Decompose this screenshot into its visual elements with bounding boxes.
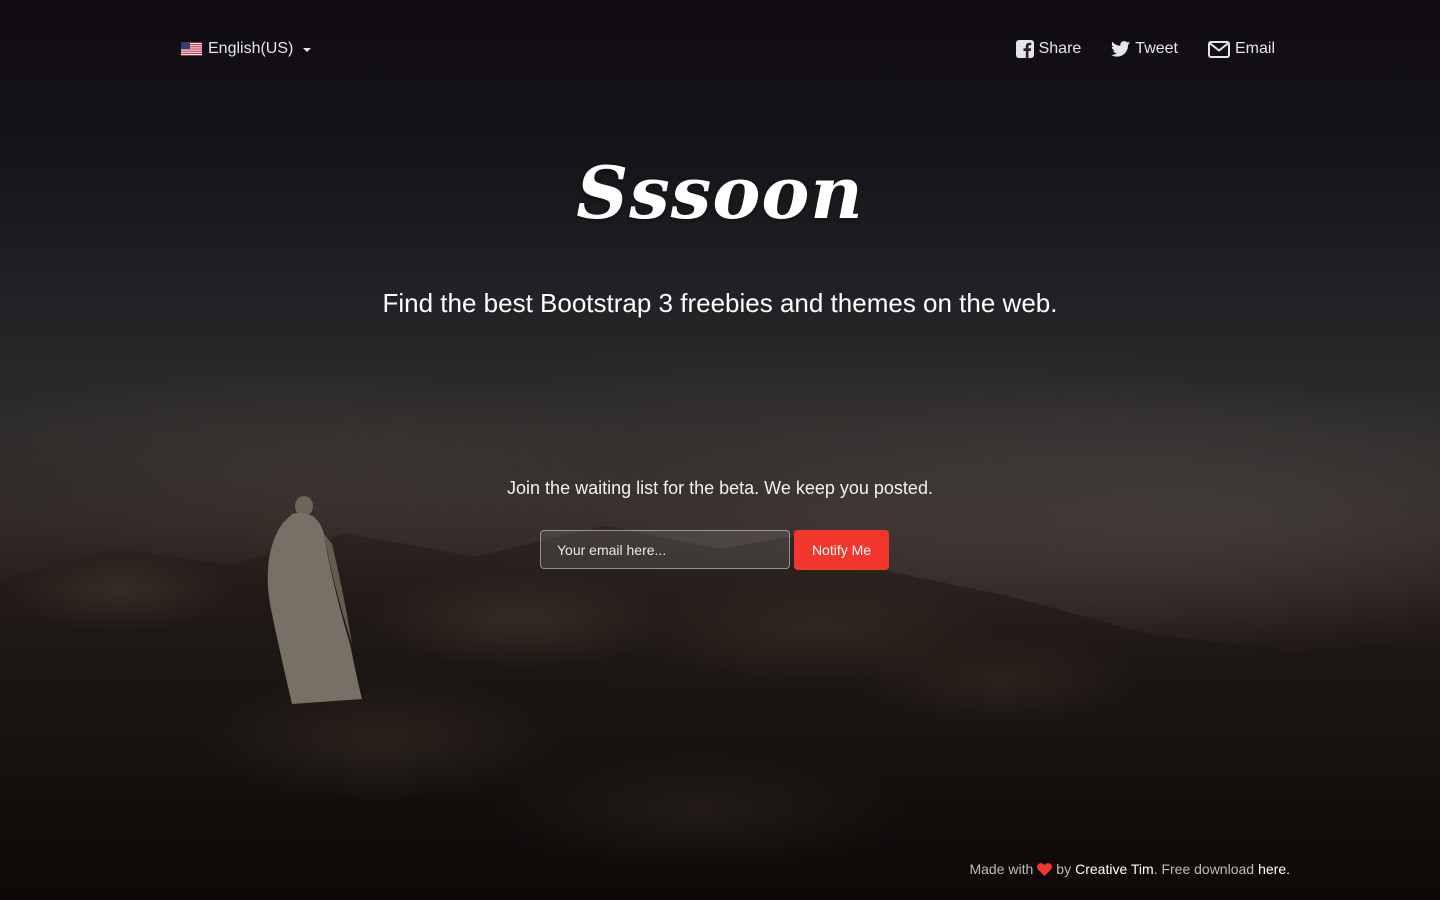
- tagline: Find the best Bootstrap 3 freebies and t…: [382, 288, 1058, 318]
- facebook-icon: [1015, 40, 1034, 58]
- site-logo: Sssoon: [576, 150, 864, 235]
- by-text: by: [1056, 861, 1072, 877]
- free-download-text: . Free download: [1153, 861, 1255, 877]
- waiting-list-prompt: Join the waiting list for the beta. We k…: [507, 478, 933, 498]
- email-label: Email: [1234, 40, 1275, 57]
- notify-me-button[interactable]: Notify Me: [794, 530, 889, 570]
- twitter-icon: [1111, 41, 1131, 57]
- signup-form: Notify Me: [540, 530, 889, 570]
- footer-credits: Made with by Creative Tim. Free download…: [969, 861, 1290, 877]
- share-link[interactable]: Share: [1015, 40, 1082, 58]
- tweet-link[interactable]: Tweet: [1111, 40, 1178, 58]
- tweet-label: Tweet: [1135, 40, 1178, 57]
- made-with-text: Made with: [969, 861, 1034, 877]
- creative-tim-link[interactable]: Creative Tim: [1075, 861, 1154, 877]
- heart-icon: [1037, 862, 1053, 876]
- email-link[interactable]: Email: [1207, 40, 1275, 58]
- us-flag-icon: [181, 42, 202, 56]
- share-label: Share: [1038, 40, 1082, 57]
- download-here-link[interactable]: here.: [1258, 861, 1290, 877]
- social-links: Share Tweet Email: [1015, 40, 1275, 58]
- caret-down-icon: [303, 48, 312, 52]
- envelope-icon: [1207, 40, 1230, 58]
- dark-overlay: [0, 0, 1440, 900]
- email-input[interactable]: [540, 530, 790, 569]
- language-selector[interactable]: English(US): [181, 40, 312, 58]
- language-label: English(US): [208, 40, 294, 57]
